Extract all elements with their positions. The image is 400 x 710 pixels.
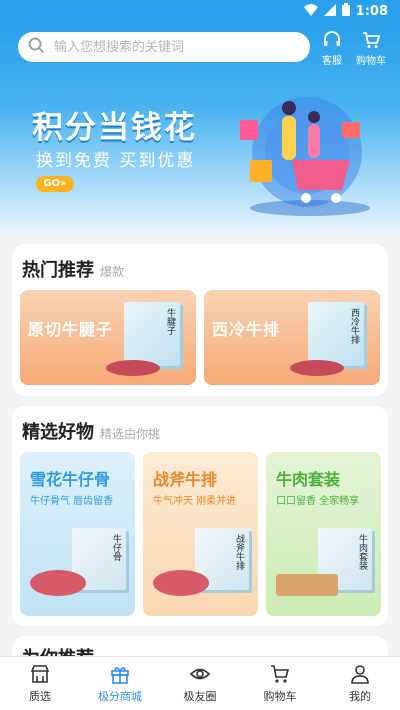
meat-board-image [276,574,338,596]
signal-icon [323,3,336,20]
meat-image [30,570,86,596]
battery-icon [341,3,350,20]
tab-label: 质选 [29,690,51,703]
shopping-illustration [240,97,370,216]
product-name: 原切牛腱子 [28,320,114,339]
clock-time: 1:08 [355,4,388,19]
product-card-beef-set[interactable]: 牛肉套装 口口留香 全家畅享 牛肉套装 [266,452,381,616]
status-bar: 1:08 [0,0,400,24]
tab-label: 极分商城 [98,690,142,703]
bottom-tab-bar: 质选 极分商城 极友圈 购物车 我的 [0,656,400,710]
product-name: 西冷牛排 [212,320,281,339]
product-card-sirloin[interactable]: 西冷牛排 西冷牛排 [204,290,380,385]
meat-image [153,570,209,596]
eye-icon [189,668,211,680]
promo-banner[interactable]: 积分当钱花 换到免费 买到优惠 GO» [0,96,400,234]
product-card-beef-shank[interactable]: 原切牛腱子 牛腱子 [20,290,196,385]
service-label: 客服 [322,56,342,67]
cart-icon [363,32,381,48]
meat-image [106,360,160,376]
go-button[interactable]: GO» [36,176,74,192]
tab-cart[interactable]: 购物车 [240,657,320,710]
tab-label: 我的 [349,690,371,703]
headset-icon [324,31,340,46]
gift-icon [111,667,129,684]
search-input[interactable] [54,39,274,55]
hot-section-tag: 爆款 [100,265,125,279]
product-box: 牛腱子 [124,302,180,366]
wifi-icon [303,3,318,20]
selected-section-title: 精选好物 精选由你挑 [22,422,161,443]
product-slogan: 口口留香 全家畅享 [276,496,360,507]
tab-quality[interactable]: 质选 [0,657,80,710]
cart-icon [271,665,290,683]
product-card-short-rib[interactable]: 雪花牛仔骨 牛仔骨气 唇齿留香 牛仔骨 [20,452,135,616]
hot-section-title: 热门推荐 爆款 [22,260,125,281]
tab-friends-circle[interactable]: 极友圈 [160,657,240,710]
tab-mine[interactable]: 我的 [320,657,400,710]
banner-title: 积分当钱花 [32,110,197,146]
product-card-tomahawk[interactable]: 战斧牛排 牛气冲天 刚柔并进 战斧牛排 [143,452,258,616]
product-name: 牛肉套装 [276,470,341,489]
product-name: 雪花牛仔骨 [30,470,111,489]
cart-label: 购物车 [356,56,386,67]
hot-section: 热门推荐 爆款 原切牛腱子 牛腱子 西冷牛排 西冷牛排 [12,244,388,396]
customer-service-button[interactable]: 客服 [322,30,342,67]
tab-points-mall[interactable]: 极分商城 [80,657,160,710]
banner-subtitle: 换到免费 买到优惠 [36,151,196,171]
product-slogan: 牛仔骨气 唇齿留香 [30,496,114,507]
user-icon [351,665,369,684]
product-slogan: 牛气冲天 刚柔并进 [153,496,237,507]
product-box: 西冷牛排 [308,302,364,366]
header: 客服 购物车 积分当钱花 换到免费 买到优惠 GO» [0,24,400,234]
tab-label: 购物车 [263,690,297,703]
store-icon [30,665,50,683]
selected-section: 精选好物 精选由你挑 雪花牛仔骨 牛仔骨气 唇齿留香 牛仔骨 战斧牛排 牛气冲天 … [12,406,388,626]
meat-image [290,360,344,376]
product-name: 战斧牛排 [153,470,218,489]
header-cart-button[interactable]: 购物车 [356,30,386,67]
search-bar[interactable] [18,32,310,62]
search-icon [28,37,44,57]
selected-section-tag: 精选由你挑 [100,427,161,441]
tab-label: 极友圈 [183,690,217,703]
